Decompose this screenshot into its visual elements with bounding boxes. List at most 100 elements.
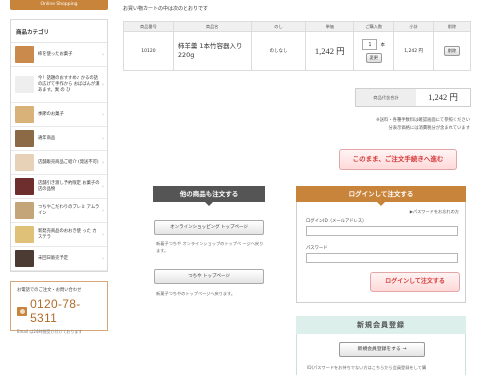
col-header-code: 商品番号 bbox=[123, 21, 174, 32]
proceed-checkout-button[interactable]: このまま、ご注文手続きへ進む bbox=[339, 149, 457, 170]
col-header-subtotal: 小計 bbox=[393, 21, 435, 32]
login-id-field[interactable] bbox=[306, 226, 458, 236]
phone-number: 0120-78-5311 bbox=[30, 297, 81, 325]
chevron-right-icon: › bbox=[102, 207, 104, 214]
chevron-right-icon: › bbox=[102, 135, 104, 142]
category-label: 今！話題のおすすめ♪ かるの話の広げて手作から おばばんが漢あます。異 の ひ bbox=[38, 75, 100, 93]
online-shop-top-button[interactable]: オンラインショッピング トップページ bbox=[154, 220, 264, 235]
col-header-delete: 削除 bbox=[433, 21, 471, 32]
online-shop-desc: 新着子つちや オンラインショップのトップペ ージへ戻ります。 bbox=[156, 241, 264, 253]
sidebar-category-item[interactable]: 通年商品 › bbox=[11, 127, 107, 151]
chevron-right-icon: › bbox=[102, 51, 104, 58]
chevron-right-icon: › bbox=[102, 159, 104, 166]
register-title: 新規会員登録 bbox=[296, 316, 466, 334]
password-label: パスワード bbox=[306, 246, 328, 251]
change-quantity-button[interactable]: 変更 bbox=[365, 53, 382, 63]
sidebar-category-item[interactable]: 新発売商品のおおき使 った カステラ › bbox=[11, 223, 107, 247]
col-header-noshi: のし bbox=[250, 21, 307, 32]
category-thumbnail bbox=[15, 76, 34, 93]
cart-total: 商品代金合計 1,242 円 bbox=[355, 88, 471, 107]
category-list: 柿を使ったお菓子 › 今！話題のおすすめ♪ かるの話の広げて手作から おばばんが漢あ… bbox=[11, 43, 107, 271]
qty-row: 1 本 bbox=[362, 39, 385, 50]
sidebar-category-item[interactable]: 未回日販売予定 › bbox=[11, 247, 107, 271]
login-title-notch bbox=[377, 202, 385, 206]
category-thumbnail bbox=[15, 178, 34, 195]
category-thumbnail bbox=[15, 202, 34, 219]
total-value: 1,242 円 bbox=[428, 92, 458, 102]
other-shop-title: 他の商品も注文する bbox=[153, 186, 265, 206]
chevron-right-icon: › bbox=[102, 81, 104, 88]
category-thumbnail bbox=[15, 250, 34, 267]
chevron-right-icon: › bbox=[102, 111, 104, 118]
login-title: ログインして注文する bbox=[296, 186, 466, 206]
register-panel: 新規会員登録 新規会員登録をする → ID(パスワードをお持ちでない方はこちらか… bbox=[296, 316, 466, 375]
chevron-right-icon: › bbox=[102, 255, 104, 262]
sidebar-category-item[interactable]: 柿を使ったお菓子 › bbox=[11, 43, 107, 67]
category-label: 未回日販売予定 bbox=[38, 255, 69, 261]
sidebar-category-item[interactable]: つちやこだわりのプレミ アムライン › bbox=[11, 199, 107, 223]
title-notch bbox=[205, 202, 213, 206]
sidebar: Online Shopping 商品カテゴリ 柿を使ったお菓子 › 今！話題のおすす… bbox=[10, 0, 108, 334]
category-label: 季節のお菓子 bbox=[38, 111, 64, 117]
category-label: つちやこだわりのプレミ アムライン bbox=[38, 204, 100, 216]
category-label: 通年商品 bbox=[38, 135, 56, 141]
login-panel: ログインして注文する ▶パスワードをお忘れの方 ログインID（メールアドレス） … bbox=[296, 186, 466, 303]
category-thumbnail bbox=[15, 154, 34, 171]
register-desc: ID(パスワードをお持ちでない方はこちらから会員登録をして購 bbox=[307, 365, 427, 370]
page-root: Online Shopping 商品カテゴリ 柿を使ったお菓子 › 今！話題のおすす… bbox=[0, 0, 480, 375]
other-shop-title-text: 他の商品も注文する bbox=[179, 190, 239, 198]
login-id-label: ログインID（メールアドレス） bbox=[306, 219, 367, 224]
contact-phone-row: 0120-78-5311 bbox=[17, 297, 101, 325]
register-button[interactable]: 新規会員登録をする → bbox=[339, 342, 425, 357]
quantity-input[interactable]: 1 bbox=[362, 39, 378, 50]
login-title-text: ログインして注文する bbox=[348, 190, 414, 198]
tsuchiya-top-desc: 新菓子つちやのトップページへ戻ります。 bbox=[156, 291, 236, 296]
password-field[interactable] bbox=[306, 253, 458, 263]
contact-lead: お電話でのご注文・お問い合わせ bbox=[17, 288, 82, 293]
item-qty-cell: 1 本 変更 bbox=[353, 31, 395, 71]
chevron-right-icon: › bbox=[102, 183, 104, 190]
item-price: 1,242 円 bbox=[305, 31, 355, 71]
contact-box: お電話でのご注文・お問い合わせ 0120-78-5311 Email は24時間… bbox=[10, 281, 108, 334]
sidebar-category-item[interactable]: 店舗販売商品ご紹介 (発送不可) › bbox=[11, 151, 107, 175]
category-thumbnail bbox=[15, 46, 34, 63]
cart-header-row: 商品番号 商品名 のし 単価 ご購入数 小計 削除 bbox=[123, 21, 471, 32]
main-content: お買い物カートの中は次のとおりです 商品番号 商品名 のし 単価 ご購入数 小計… bbox=[123, 0, 471, 375]
cart-table: 商品番号 商品名 のし 単価 ご購入数 小計 削除 10120 柿羊羹 1本竹容… bbox=[123, 21, 471, 71]
total-label: 商品代金合計 bbox=[356, 89, 416, 106]
cart-intro-text: お買い物カートの中は次のとおりです bbox=[123, 6, 209, 12]
item-code: 10120 bbox=[123, 31, 174, 71]
forgot-password-link[interactable]: ▶パスワードをお忘れの方 bbox=[410, 209, 459, 215]
cart-notes: ※送料・各種手数料は確認画面にて参照ください 分表示価格には消費税分が含まれてい… bbox=[303, 117, 470, 133]
category-label: 新発売商品のおおき使 った カステラ bbox=[38, 228, 97, 240]
login-order-button[interactable]: ログインして注文する bbox=[370, 272, 460, 292]
delete-item-button[interactable]: 削除 bbox=[443, 46, 461, 56]
category-label: 店舗販売商品ご紹介 (発送不可) bbox=[38, 159, 99, 165]
cart-note-1: ※送料・各種手数料は確認画面にて参照ください bbox=[376, 118, 470, 123]
category-label: 柿を使ったお菓子 bbox=[38, 51, 73, 57]
category-thumbnail bbox=[15, 106, 34, 123]
cart-note-2: 分表示価格には消費税分が含まれています bbox=[388, 126, 470, 131]
contact-note: Email は24時間受け付けております bbox=[17, 329, 83, 334]
quantity-unit: 本 bbox=[380, 42, 385, 48]
item-noshi: のしなし bbox=[250, 31, 307, 71]
col-header-name: 商品名 bbox=[172, 21, 252, 32]
category-thumbnail bbox=[15, 130, 34, 147]
chevron-right-icon: › bbox=[102, 231, 104, 238]
tsuchiya-top-button[interactable]: つちや トップページ bbox=[154, 269, 264, 284]
sidebar-category-item[interactable]: 今！話題のおすすめ♪ かるの話の広げて手作から おばばんが漢あます。異 の ひ › bbox=[11, 67, 107, 103]
cart-row: 10120 柿羊羹 1本竹容器入り 220g のしなし 1,242 円 1 本 … bbox=[123, 31, 471, 71]
sidebar-category-item[interactable]: 季節のお菓子 › bbox=[11, 103, 107, 127]
category-thumbnail bbox=[15, 226, 34, 243]
online-shopping-tab[interactable]: Online Shopping bbox=[10, 0, 108, 10]
qty-control: 1 本 変更 bbox=[354, 39, 393, 63]
phone-icon bbox=[17, 306, 28, 316]
item-delete-cell: 削除 bbox=[433, 31, 471, 71]
item-name: 柿羊羹 1本竹容器入り 220g bbox=[172, 31, 252, 71]
col-header-qty: ご購入数 bbox=[353, 21, 395, 32]
category-title: 商品カテゴリ bbox=[11, 20, 107, 43]
col-header-price: 単価 bbox=[305, 21, 355, 32]
category-box: 商品カテゴリ 柿を使ったお菓子 › 今！話題のおすすめ♪ かるの話の広げて手作から … bbox=[10, 19, 108, 272]
sidebar-category-item[interactable]: 店舗引き渡し予約限定 お菓子の 店の品物 › bbox=[11, 175, 107, 199]
category-label: 店舗引き渡し予約限定 お菓子の 店の品物 bbox=[38, 180, 100, 192]
